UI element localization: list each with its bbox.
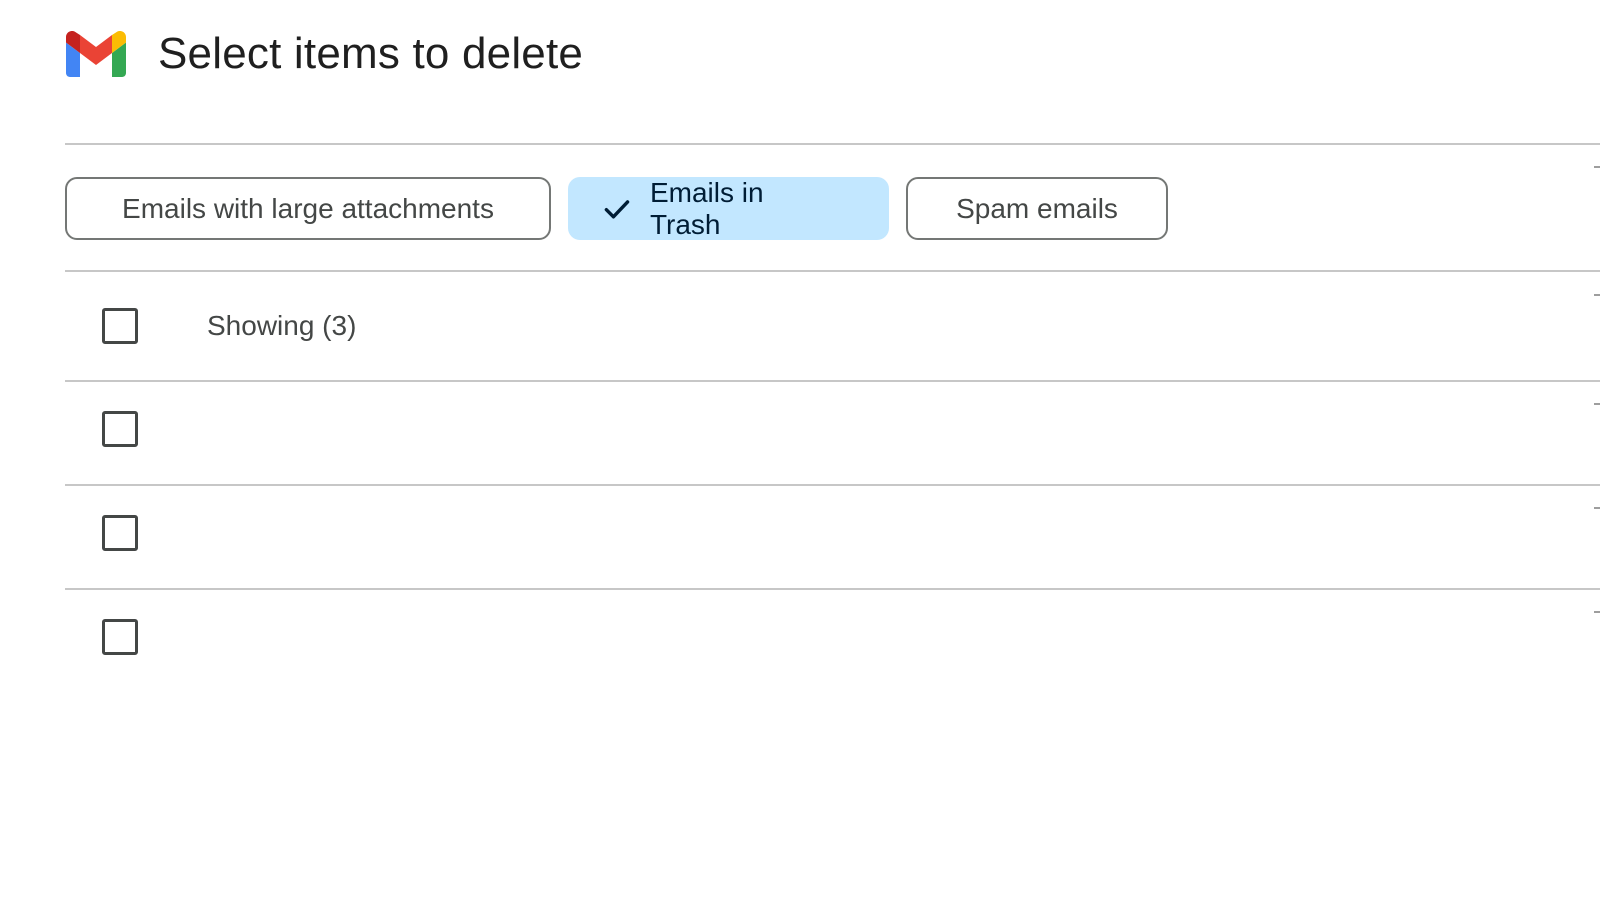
select-all-checkbox[interactable]	[102, 308, 138, 344]
filter-chips: Emails with large attachments Emails in …	[65, 177, 1168, 240]
page-title: Select items to delete	[158, 29, 584, 78]
gmail-logo-icon	[66, 31, 126, 77]
filter-chip-spam[interactable]: Spam emails	[906, 177, 1168, 240]
select-all-row: Showing (3)	[65, 306, 1565, 346]
showing-count-label: Showing (3)	[207, 310, 357, 341]
scroll-edge-mark	[1594, 166, 1600, 168]
header-divider	[65, 143, 1600, 145]
scroll-edge-mark	[1594, 294, 1600, 296]
row-divider	[65, 380, 1600, 382]
scroll-edge-mark	[1594, 611, 1600, 613]
filters-divider	[65, 270, 1600, 272]
item-checkbox[interactable]	[102, 619, 138, 655]
list-item	[65, 617, 1565, 657]
filter-chip-label: Emails with large attachments	[122, 192, 494, 224]
list-item	[65, 513, 1565, 553]
storage-cleanup-page: Select items to delete Emails with large…	[0, 0, 1600, 900]
item-checkbox[interactable]	[102, 515, 138, 551]
scroll-edge-mark	[1594, 403, 1600, 405]
scroll-edge-mark	[1594, 507, 1600, 509]
list-item	[65, 409, 1565, 449]
filter-chip-label: Spam emails	[956, 192, 1118, 224]
row-divider	[65, 484, 1600, 486]
filter-chip-large-attachments[interactable]: Emails with large attachments	[65, 177, 551, 240]
filter-chip-trash[interactable]: Emails in Trash	[568, 177, 889, 240]
item-checkbox[interactable]	[102, 411, 138, 447]
check-icon	[604, 199, 630, 218]
filter-chip-label: Emails in Trash	[649, 176, 764, 240]
page-header: Select items to delete	[66, 28, 583, 80]
row-divider	[65, 588, 1600, 590]
